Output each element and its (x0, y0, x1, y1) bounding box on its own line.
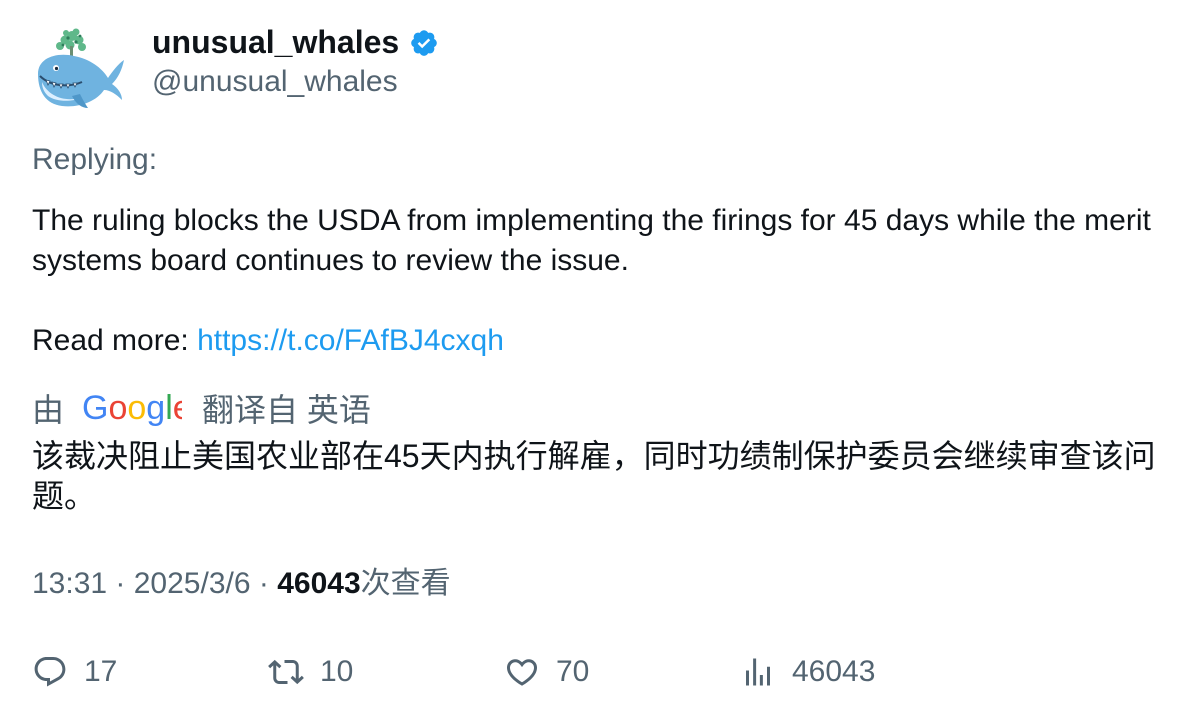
read-more-line: Read more: https://t.co/FAfBJ4cxqh (32, 321, 504, 361)
google-logo-icon[interactable]: Google (82, 386, 182, 430)
views-count: 46043 (277, 567, 361, 600)
analytics-icon (746, 658, 770, 686)
verified-badge-icon[interactable] (409, 28, 439, 58)
translated-from-label[interactable]: 翻译自 英语 (202, 385, 371, 431)
views-button[interactable]: 46043 (740, 650, 875, 694)
display-name[interactable]: unusual_whales (152, 22, 399, 62)
replying-label: Replying: (32, 143, 158, 176)
reply-icon (34, 657, 66, 687)
translated-text: 该裁决阻止美国农业部在45天内执行解雇，同时功绩制保护委员会继续审查该问题。 (32, 438, 1156, 514)
svg-text:Google: Google (82, 389, 182, 427)
author-handle[interactable]: @unusual_whales (152, 62, 398, 102)
meta-separator: · (250, 567, 278, 600)
retweet-button[interactable]: 10 (268, 650, 353, 694)
reply-button[interactable]: 17 (32, 650, 117, 694)
tweet-meta: 13:31 · 2025/3/6 · 46043次查看 (32, 564, 451, 604)
retweet-icon (268, 659, 304, 685)
heart-icon (506, 659, 538, 686)
meta-separator: · (107, 567, 134, 600)
action-bar: 17 10 70 46043 (32, 650, 1172, 694)
avatar[interactable] (32, 26, 126, 112)
tweet-date[interactable]: 2025/3/6 (134, 567, 251, 600)
author-name-row: unusual_whales (152, 22, 439, 62)
tweet-time[interactable]: 13:31 (32, 567, 107, 600)
reply-count: 17 (84, 655, 118, 688)
views-action-count: 46043 (792, 655, 876, 688)
like-count: 70 (556, 655, 590, 688)
translation-by-label: 由 (32, 392, 65, 428)
translation-attribution: 由 Google 翻译自 英语 (32, 386, 371, 430)
tweet-body: The ruling blocks the USDA from implemen… (32, 204, 1151, 277)
whale-logo-icon (38, 28, 124, 108)
tweet-link[interactable]: https://t.co/FAfBJ4cxqh (197, 324, 504, 357)
views-label: 次查看 (360, 567, 451, 600)
tweet-text: The ruling blocks the USDA from implemen… (32, 201, 1172, 281)
read-more-label: Read more: (32, 324, 198, 357)
retweet-count: 10 (320, 655, 354, 688)
like-button[interactable]: 70 (504, 650, 589, 694)
